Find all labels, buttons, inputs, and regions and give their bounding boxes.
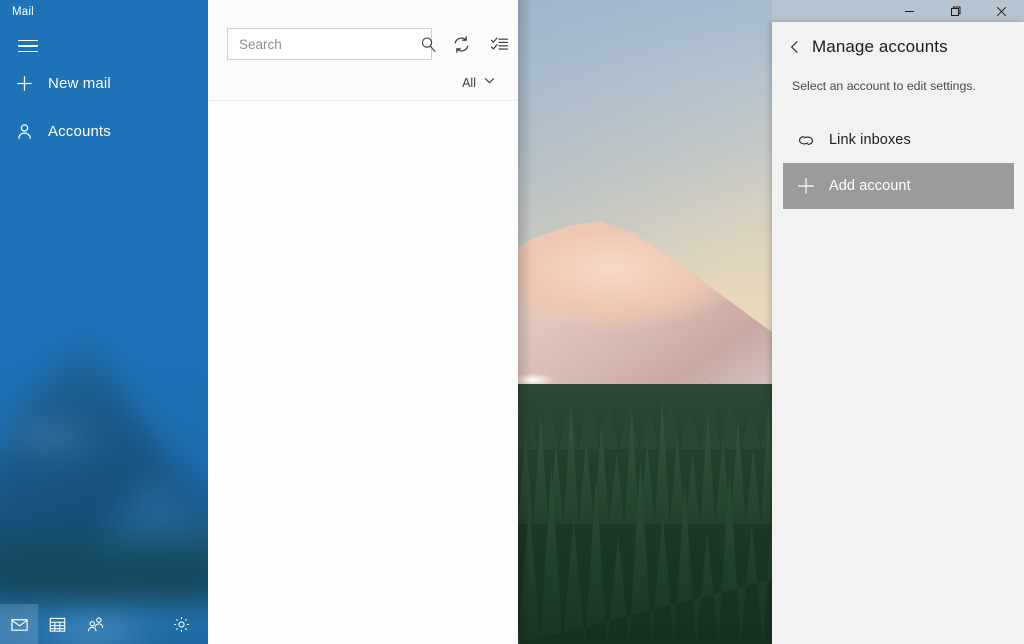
pane-header: Manage accounts	[772, 32, 1024, 62]
navigation-sidebar: Mail New mail Accounts	[0, 0, 208, 644]
pane-subtitle: Select an account to edit settings.	[792, 79, 976, 93]
filter-dropdown[interactable]: All	[462, 72, 496, 94]
checklist-icon[interactable]	[484, 29, 514, 59]
filter-label: All	[462, 76, 476, 90]
page-title: Manage accounts	[812, 37, 948, 56]
sync-icon[interactable]	[446, 29, 476, 59]
app-title: Mail	[12, 6, 34, 18]
message-list-body[interactable]	[208, 101, 518, 644]
sidebar-item-accounts[interactable]: Accounts	[0, 112, 208, 150]
maximize-button[interactable]	[932, 0, 978, 22]
search-input[interactable]	[228, 36, 420, 52]
mail-app-window: All Mail	[0, 0, 1024, 644]
close-button[interactable]	[978, 0, 1024, 22]
add-account-row[interactable]: Add account	[783, 163, 1014, 209]
plus-icon	[783, 176, 829, 196]
photo-left-shadow	[518, 0, 532, 644]
plus-icon	[0, 75, 48, 92]
sidebar-item-new-mail[interactable]: New mail	[0, 64, 208, 102]
link-inboxes-row[interactable]: Link inboxes	[783, 117, 1014, 163]
window-titlebar	[772, 0, 1024, 22]
manage-accounts-pane: Manage accounts Select an account to edi…	[772, 22, 1024, 644]
search-box[interactable]	[227, 28, 436, 60]
sidebar-bottom-bar	[0, 604, 208, 644]
row-label: Link inboxes	[829, 132, 911, 148]
envelope-icon[interactable]	[0, 604, 38, 644]
person-icon	[0, 123, 48, 140]
link-icon	[783, 132, 829, 149]
hamburger-icon[interactable]	[8, 30, 48, 62]
calendar-icon[interactable]	[38, 604, 76, 644]
search-icon[interactable]	[420, 29, 437, 59]
row-label: Add account	[829, 178, 911, 194]
sidebar-item-label: Accounts	[48, 122, 111, 140]
minimize-button[interactable]	[886, 0, 932, 22]
window-controls	[886, 0, 1024, 22]
gear-icon[interactable]	[162, 604, 200, 644]
sidebar-item-label: New mail	[48, 74, 111, 92]
message-list-pane: All	[208, 0, 518, 644]
people-icon[interactable]	[76, 604, 114, 644]
chevron-down-icon	[483, 74, 496, 92]
chevron-left-icon[interactable]	[778, 32, 812, 62]
